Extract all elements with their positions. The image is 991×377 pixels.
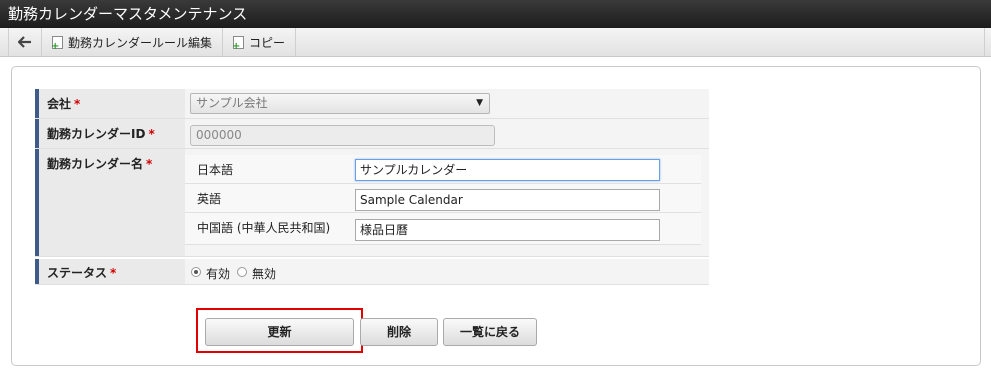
dropdown-arrow-icon: ▼ [476,98,483,108]
company-label: 会社 * [35,89,185,118]
calendar-id-label: 勤務カレンダーID * [35,119,185,148]
calendar-name-label: 勤務カレンダー名 * [35,149,185,256]
toolbar: + 勤務カレンダールール編集 + コピー [0,28,991,57]
status-inactive-label: 無効 [252,267,277,281]
company-select[interactable]: サンプル会社 ▼ [190,93,490,114]
required-mark: * [146,157,153,171]
rule-edit-button[interactable]: + 勤務カレンダールール編集 [42,28,224,56]
status-row: ステータス * [35,259,709,285]
status-label: ステータス * [35,259,185,284]
lang-label-en: 英語 [197,192,222,206]
required-mark: * [110,266,117,280]
lang-label-zh: 中国語 (中華人民共和国) [197,221,331,235]
arrow-left-icon [18,36,31,48]
new-document-icon: + [51,35,63,51]
back-button[interactable] [9,28,42,56]
delete-button[interactable]: 削除 [360,318,438,346]
status-active-radio[interactable] [191,267,201,277]
back-to-list-button[interactable]: 一覧に戻る [443,318,537,346]
lang-label-ja: 日本語 [197,163,234,177]
calendar-name-ja-input[interactable]: サンプルカレンダー [355,159,660,181]
status-active-label: 有効 [206,267,231,281]
copy-button[interactable]: + コピー [223,28,297,56]
required-mark: * [148,127,155,141]
window-title: 勤務カレンダーマスタメンテナンス [0,0,991,28]
update-button[interactable]: 更新 [205,318,354,346]
required-mark: * [74,97,81,111]
new-document-icon: + [232,35,245,51]
status-inactive-radio[interactable] [237,267,247,277]
rule-edit-label: 勤務カレンダールール編集 [68,35,213,50]
copy-label: コピー [249,35,286,50]
calendar-name-zh-input[interactable]: 様品日曆 [355,219,660,241]
calendar-id-field: 000000 [190,125,495,146]
calendar-name-en-input[interactable]: Sample Calendar [355,189,660,211]
